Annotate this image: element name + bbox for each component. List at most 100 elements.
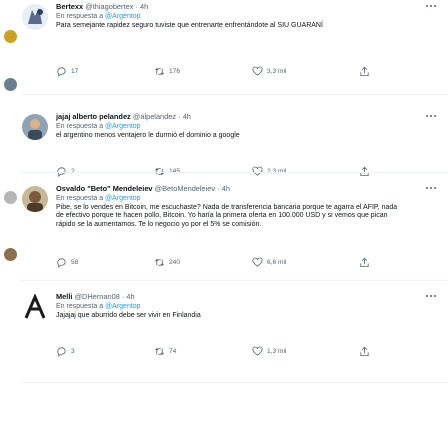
author-name[interactable]: Melli [56, 292, 72, 301]
reply-prefix: En respuesta a [56, 303, 104, 310]
avatar[interactable] [22, 186, 48, 212]
like-count: 1,3 mil [267, 347, 287, 355]
tweet[interactable]: Melli @DHernan08 · 4h En respuesta a @Ar… [20, 292, 445, 368]
author-handle[interactable]: @thiagobertex [85, 2, 133, 11]
timestamp[interactable]: 4h [222, 184, 230, 193]
tweet[interactable]: Osvaldo "Beto" Mendeleiev @BetoMendeleie… [20, 184, 445, 284]
author-handle[interactable]: @BetoMendeleiev [155, 184, 216, 193]
reply-context: En respuesta a @Argentop [56, 302, 437, 311]
share-button[interactable] [359, 256, 374, 268]
retweet-button[interactable]: 176 [154, 65, 180, 77]
share-button[interactable] [359, 65, 374, 77]
reply-prefix: En respuesta a [56, 123, 104, 130]
retweet-icon [155, 167, 164, 175]
cropped-avatar-icon [4, 78, 17, 91]
more-options-icon[interactable] [425, 112, 437, 120]
avatar[interactable] [22, 294, 48, 320]
author-name[interactable]: Osvaldo "Beto" Mendeleiev [56, 184, 153, 193]
tweet-actions: 2 145 2,3 mil [56, 165, 437, 177]
reply-context: En respuesta a @Argentop [56, 12, 437, 21]
author-handle[interactable]: @alpelandez [133, 112, 176, 121]
reply-button[interactable]: 17 [56, 65, 78, 77]
tweet-header: Bertexx @thiagobertex · 4h [56, 2, 149, 11]
cropped-avatar-icon [4, 30, 17, 43]
reply-count: 2 [71, 167, 75, 175]
heart-icon [252, 346, 263, 356]
timestamp[interactable]: 4h [183, 112, 191, 121]
heart-icon [252, 66, 263, 76]
reply-context: En respuesta a @Argentop [56, 122, 437, 131]
tweet-text: Para semejante rapidez seguro tuviste qu… [56, 22, 323, 29]
heart-icon [252, 257, 263, 267]
retweet-count: 240 [169, 258, 181, 266]
divider [20, 382, 448, 383]
cropped-avatar-icon [4, 191, 17, 204]
left-cropped-panel [0, 0, 20, 436]
avatar[interactable] [22, 114, 48, 140]
reply-prefix: En respuesta a [56, 13, 104, 20]
tweet-text: Pibe, se lo vendes en Bitcoin, me escuch… [56, 204, 398, 228]
divider [20, 94, 448, 95]
heart-icon [252, 166, 263, 176]
reply-mention-link[interactable]: @Argentop [105, 195, 141, 202]
avatar[interactable] [22, 4, 48, 30]
reply-icon [57, 257, 66, 268]
cropped-avatar-icon [4, 248, 17, 261]
timestamp[interactable]: 4h [126, 292, 134, 301]
tweet-actions: 17 176 3,3 mil [56, 65, 437, 77]
like-count: 2,3 mil [267, 167, 287, 175]
author-name[interactable]: jajaj alberto pelandez [56, 112, 131, 121]
retweet-count: 74 [169, 347, 177, 355]
share-icon [360, 257, 369, 267]
reply-button[interactable]: 2 [56, 165, 75, 177]
retweet-button[interactable]: 145 [154, 165, 180, 177]
reply-icon [57, 346, 66, 357]
reply-context: En respuesta a @Argentop [56, 194, 437, 203]
share-icon [360, 346, 369, 356]
reply-mention-link[interactable]: @Argentop [105, 123, 141, 130]
reply-button[interactable]: 3 [56, 345, 75, 357]
more-options-icon[interactable] [425, 292, 437, 300]
more-options-icon[interactable] [425, 184, 437, 192]
reply-button[interactable]: 58 [56, 256, 78, 268]
retweet-button[interactable]: 74 [154, 345, 176, 357]
retweet-button[interactable]: 240 [154, 256, 180, 268]
reply-count: 17 [71, 67, 79, 75]
share-icon [360, 166, 369, 176]
like-count: 6,6 mil [267, 258, 287, 266]
retweet-count: 145 [169, 167, 181, 175]
reply-count: 3 [71, 347, 75, 355]
retweet-icon [155, 347, 164, 355]
tweet-actions: 3 74 1,3 mil [56, 345, 437, 357]
author-name[interactable]: Bertexx [56, 2, 83, 11]
share-icon [360, 66, 369, 76]
tweet[interactable]: Bertexx @thiagobertex · 4h En respuesta … [20, 2, 445, 80]
like-button[interactable]: 6,6 mil [252, 256, 286, 268]
retweet-icon [155, 67, 164, 75]
reply-count: 58 [71, 258, 79, 266]
reply-mention-link[interactable]: @Argentop [105, 13, 141, 20]
more-options-icon[interactable] [425, 2, 437, 10]
reply-icon [57, 66, 66, 77]
retweet-icon [155, 258, 164, 266]
tweet-header: Osvaldo "Beto" Mendeleiev @BetoMendeleie… [56, 184, 230, 193]
timestamp[interactable]: 4h [140, 2, 148, 11]
like-button[interactable]: 3,3 mil [252, 65, 286, 77]
tweet-text: Jajajaj que aburrido debe ser vivir en F… [56, 312, 201, 319]
tweet-header: Melli @DHernan08 · 4h [56, 292, 135, 301]
author-handle[interactable]: @DHernan08 [75, 292, 120, 301]
share-button[interactable] [359, 345, 374, 357]
tweet[interactable]: jajaj alberto pelandez @alpelandez · 4h … [20, 112, 445, 184]
like-button[interactable]: 2,3 mil [252, 165, 286, 177]
like-button[interactable]: 1,3 mil [252, 345, 286, 357]
tweet-actions: 58 240 6,6 mil [56, 256, 437, 268]
reply-icon [57, 166, 66, 177]
retweet-count: 176 [169, 67, 181, 75]
reply-mention-link[interactable]: @Argentop [105, 303, 141, 310]
like-count: 3,3 mil [267, 67, 287, 75]
tweet-header: jajaj alberto pelandez @alpelandez · 4h [56, 112, 191, 121]
divider [20, 172, 448, 173]
share-button[interactable] [359, 165, 374, 177]
reply-prefix: En respuesta a [56, 195, 104, 202]
divider [20, 280, 448, 281]
